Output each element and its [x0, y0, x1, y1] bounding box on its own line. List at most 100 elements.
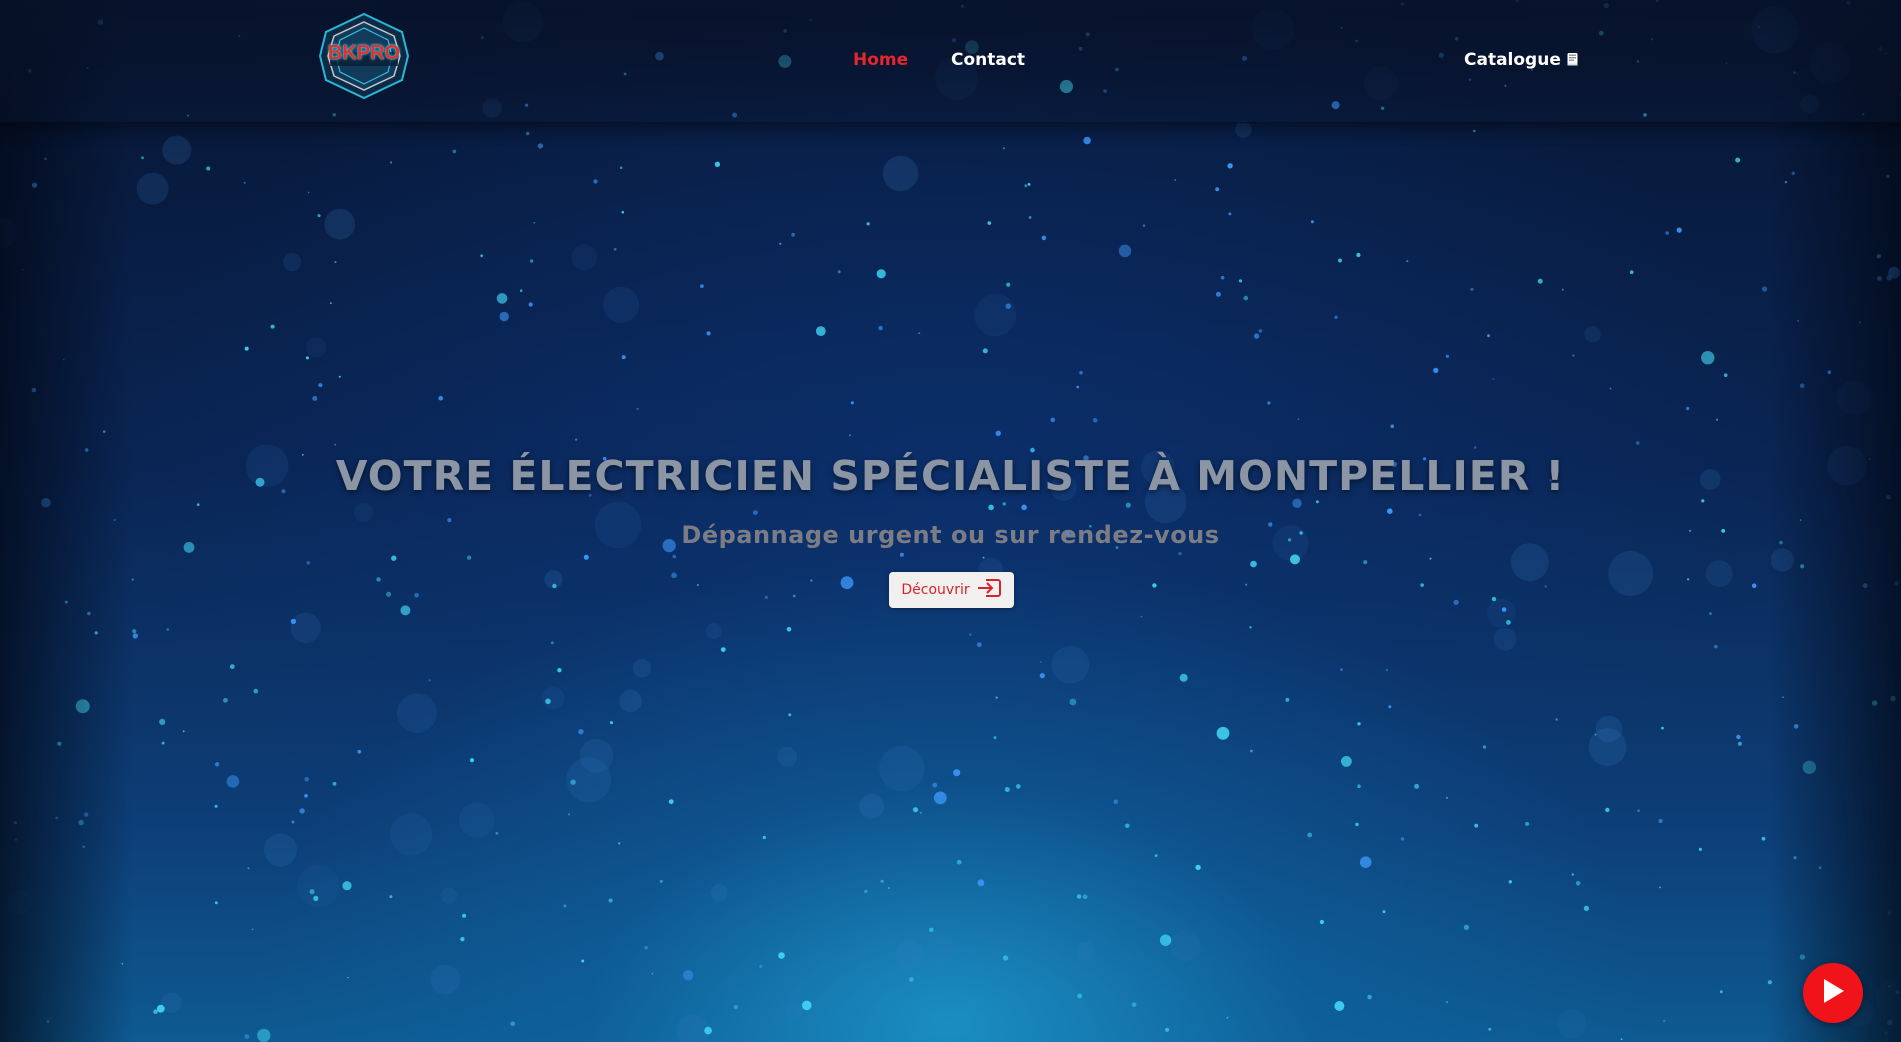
- particle-speck: [1488, 1027, 1492, 1031]
- particle-speck: [636, 407, 639, 411]
- particle-speck: [1082, 894, 1088, 900]
- hero-title: VOTRE ÉLECTRICIEN SPÉCIALISTE À MONTPELL…: [335, 452, 1566, 500]
- particle-speck: [1002, 502, 1006, 506]
- particle-speck: [1636, 441, 1640, 445]
- particle-speck: [1555, 718, 1558, 721]
- particle-speck: [1310, 220, 1314, 224]
- particle-speck: [1016, 784, 1021, 789]
- particle-speck: [1609, 387, 1612, 390]
- particle-speck: [1474, 823, 1479, 828]
- particle-speck: [438, 395, 444, 401]
- particle-speck: [1267, 401, 1271, 405]
- particle-speck: [376, 577, 381, 582]
- particle-speck: [21, 268, 24, 271]
- particle-speck: [1285, 698, 1290, 702]
- particle-blob: [974, 294, 1017, 337]
- particle-speck: [1002, 955, 1009, 961]
- particle-speck: [659, 879, 663, 883]
- particle-speck: [876, 269, 886, 279]
- particle-speck: [1890, 695, 1896, 702]
- particle-speck: [1887, 911, 1892, 916]
- particle-speck: [1723, 373, 1728, 378]
- particle-speck: [1340, 668, 1343, 671]
- particle-speck: [714, 161, 721, 167]
- particle-speck: [309, 889, 315, 895]
- particle-speck: [1125, 823, 1130, 829]
- particle-speck: [1250, 749, 1253, 753]
- particle-speck: [552, 583, 557, 589]
- particle-speck: [1179, 673, 1188, 682]
- particle-speck: [969, 633, 972, 636]
- particle-speck: [1292, 498, 1302, 508]
- particle-blob: [1557, 1009, 1587, 1039]
- particle-speck: [1473, 446, 1477, 449]
- nav-catalogue-link[interactable]: Catalogue: [1464, 50, 1579, 72]
- particle-speck: [1178, 552, 1182, 556]
- particle-speck: [347, 976, 349, 979]
- particle-blob: [430, 964, 461, 995]
- particle-speck: [496, 293, 508, 304]
- particle-speck: [1767, 980, 1772, 985]
- logo[interactable]: BKPRO: [316, 12, 412, 100]
- particle-speck: [247, 867, 250, 870]
- particle-blob: [1170, 930, 1201, 962]
- particle-speck: [1390, 424, 1395, 429]
- particle-speck: [1079, 370, 1083, 375]
- particle-speck: [1620, 1038, 1623, 1040]
- particle-blob: [283, 253, 302, 272]
- particle-speck: [1388, 705, 1392, 709]
- particle-speck: [932, 782, 938, 788]
- particle-speck: [519, 289, 523, 293]
- discover-button[interactable]: Découvrir: [889, 572, 1014, 608]
- particle-blob: [882, 155, 919, 192]
- particle-speck: [1818, 866, 1822, 870]
- particle-speck: [1414, 783, 1420, 789]
- particle-speck: [317, 214, 321, 218]
- play-button[interactable]: [1803, 963, 1863, 1023]
- particle-speck: [1802, 760, 1817, 774]
- particle-speck: [305, 356, 309, 360]
- particle-blob: [1487, 598, 1516, 628]
- play-icon: [1821, 978, 1845, 1008]
- particle-speck: [1216, 726, 1230, 740]
- particle-speck: [759, 964, 763, 969]
- nav-home-link[interactable]: Home: [853, 50, 908, 70]
- particle-speck: [1297, 418, 1300, 421]
- particle-blob: [895, 939, 925, 970]
- nav-contact-link[interactable]: Contact: [951, 50, 1025, 70]
- particle-speck: [1215, 187, 1220, 192]
- particle-speck: [466, 555, 472, 560]
- particle-speck: [802, 1000, 812, 1011]
- particle-blob: [1770, 548, 1794, 572]
- particle-speck: [929, 927, 934, 932]
- particle-speck: [840, 576, 854, 590]
- particle-speck: [1004, 787, 1010, 792]
- particle-speck: [1872, 700, 1878, 706]
- particle-speck: [912, 807, 919, 813]
- particle-speck: [1561, 288, 1564, 291]
- particle-speck: [791, 232, 795, 237]
- particle-speck: [1113, 799, 1118, 804]
- particle-speck: [1800, 564, 1805, 569]
- particle-speck: [919, 811, 923, 814]
- particle-speck: [1629, 270, 1634, 275]
- particle-speck: [557, 668, 562, 673]
- particle-speck: [1334, 1001, 1345, 1011]
- particle-speck: [338, 375, 341, 378]
- particle-speck: [880, 879, 884, 883]
- particle-speck: [1876, 254, 1881, 259]
- particle-speck: [31, 182, 38, 188]
- particle-blob: [263, 833, 298, 867]
- particle-speck: [563, 904, 567, 908]
- particle-speck: [1140, 615, 1143, 618]
- particle-speck: [57, 741, 62, 746]
- particle-speck: [568, 813, 571, 816]
- particle-blob: [879, 745, 925, 792]
- particle-speck: [244, 346, 249, 351]
- particle-blob: [925, 934, 956, 965]
- particle-speck: [44, 157, 47, 161]
- particle-speck: [1076, 894, 1082, 899]
- particle-speck: [1453, 599, 1459, 605]
- particle-speck: [982, 348, 988, 354]
- particle-speck: [1661, 726, 1664, 730]
